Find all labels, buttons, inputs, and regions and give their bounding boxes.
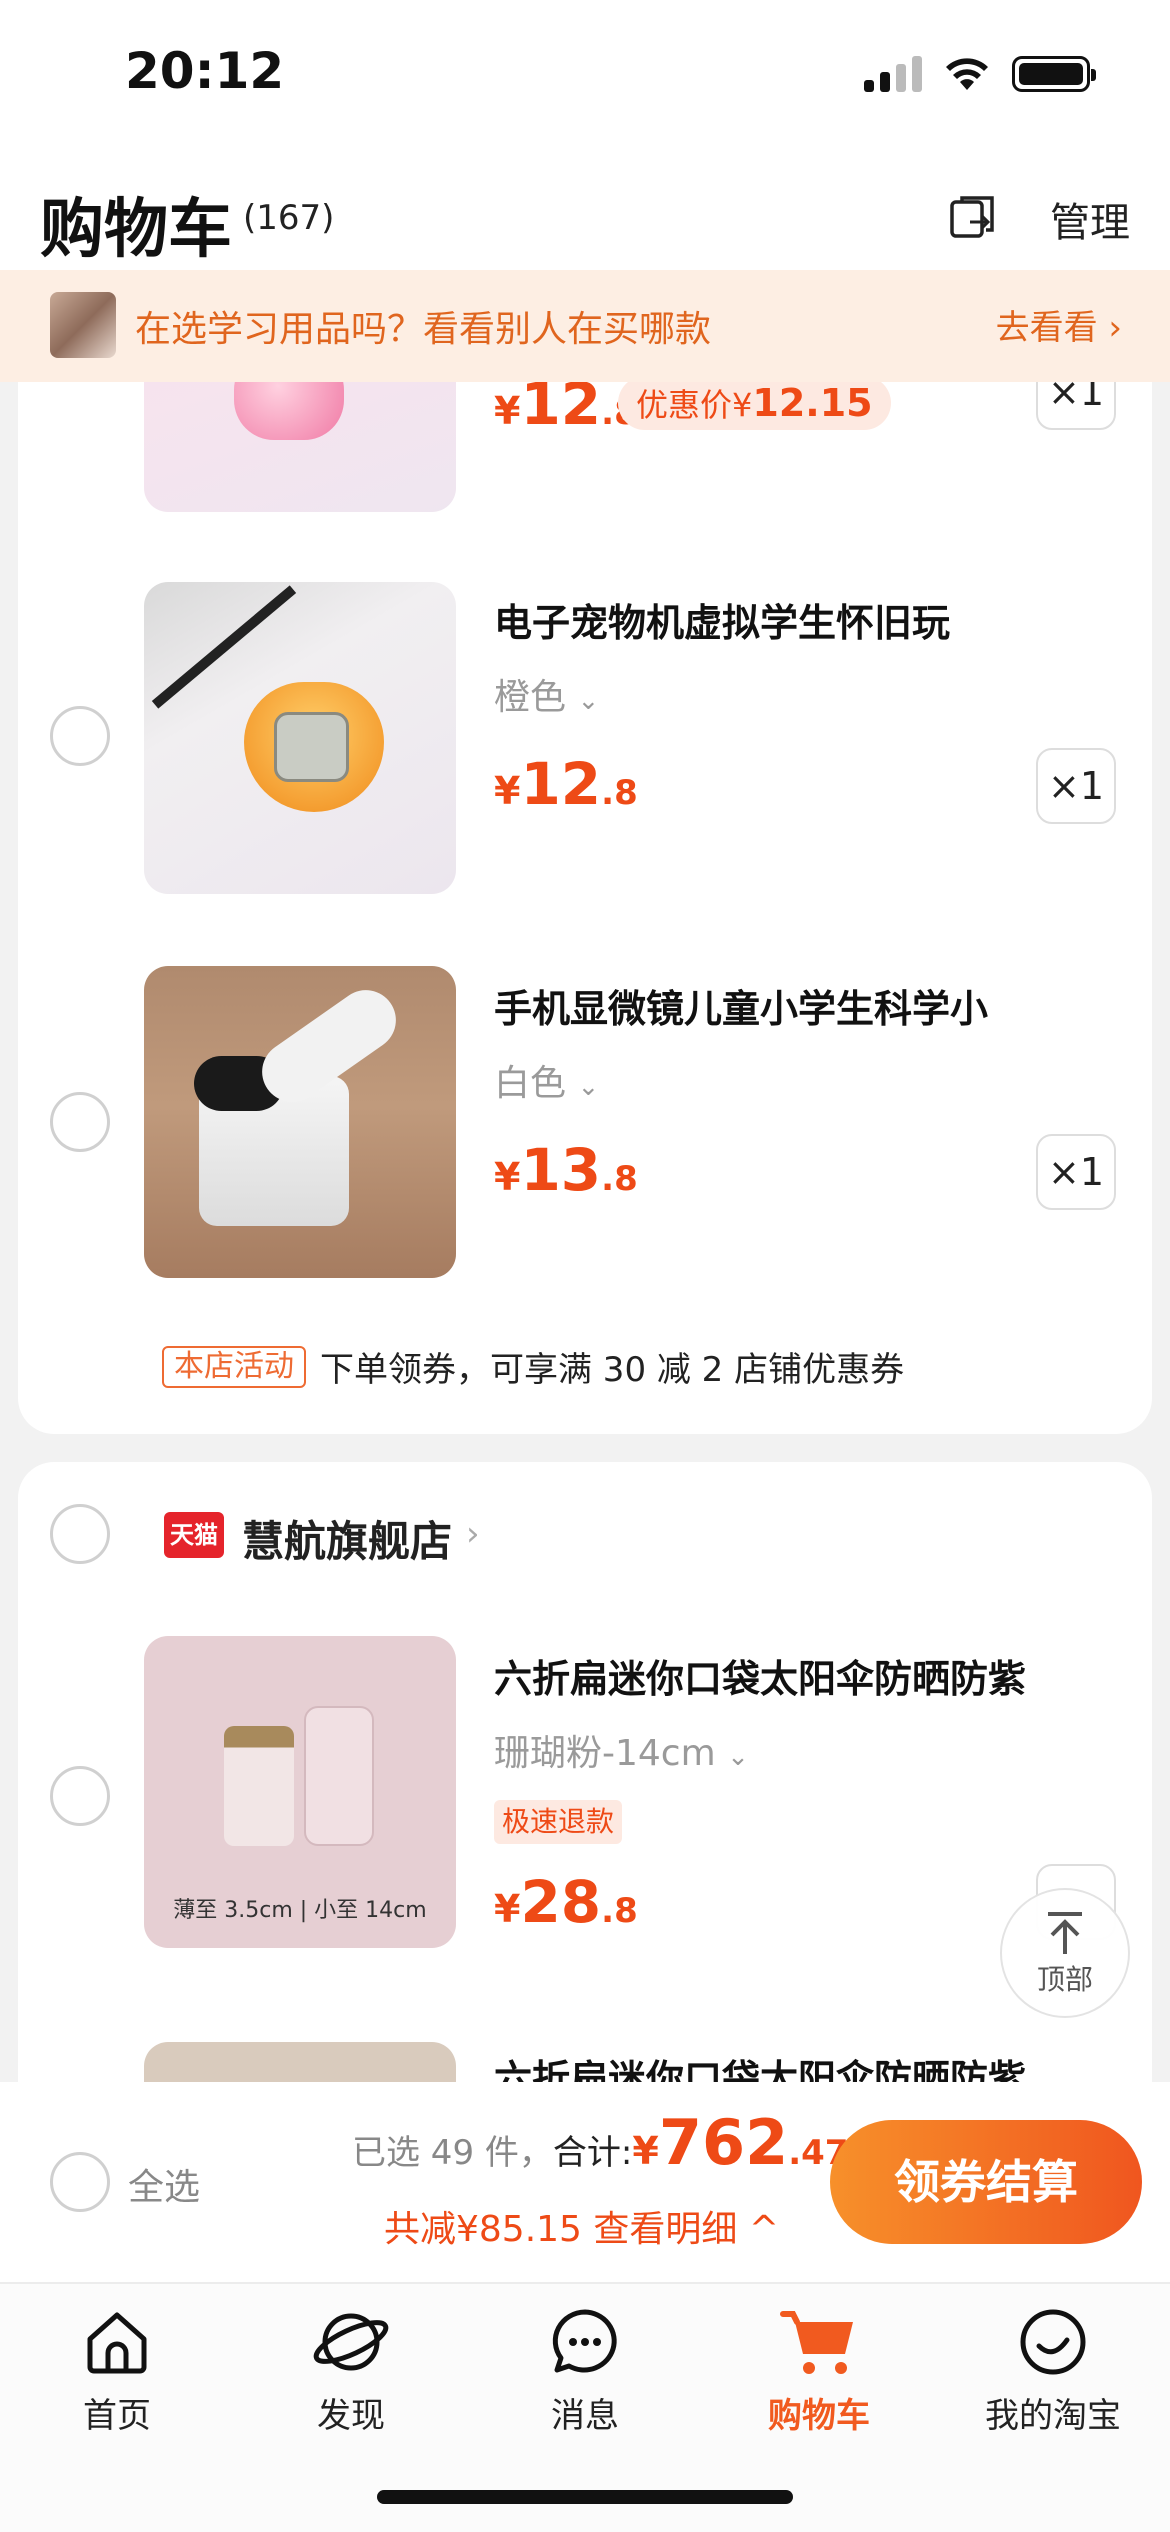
- phone-shape: [304, 1706, 374, 1846]
- cart-header: 购物车 (167) 管理: [0, 150, 1170, 270]
- promo-thumbnail: [50, 292, 116, 358]
- store-promo-text: 下单领券，可享满 30 减 2 店铺优惠券: [320, 1350, 905, 1390]
- promo-text: 在选学习用品吗？看看别人在买哪款: [135, 309, 712, 350]
- total-label: 合计:: [552, 2133, 633, 2173]
- battery-icon: [1012, 56, 1096, 92]
- cart-item[interactable]: 薄至 3.5cm | 小至 14cm 六折扁迷你口袋太阳伞防晒防紫 珊瑚粉-14…: [18, 1636, 1152, 1966]
- item-sku[interactable]: 橙色 ⌄: [494, 668, 599, 720]
- planet-icon: [313, 2313, 389, 2371]
- store-promo[interactable]: 本店活动 下单领券，可享满 30 减 2 店铺优惠券: [162, 1342, 904, 1390]
- tmall-badge: 天猫: [164, 1512, 224, 1558]
- discount-detail-link[interactable]: 共减¥85.15 查看明细 ^: [384, 2200, 779, 2252]
- item-title[interactable]: 电子宠物机虚拟学生怀旧玩: [494, 592, 950, 647]
- tab-label: 购物车: [768, 2396, 870, 2436]
- product-image[interactable]: [144, 966, 456, 1278]
- home-icon: [87, 2312, 147, 2374]
- page-title: 购物车: [40, 193, 232, 267]
- signal-icon: [864, 56, 922, 92]
- total-amount: ¥762.47: [632, 2106, 849, 2179]
- item-title[interactable]: 六折扁迷你口袋太阳伞防晒防紫: [494, 2048, 1026, 2082]
- status-bar: 20:12: [0, 0, 1170, 150]
- item-checkbox[interactable]: [50, 706, 110, 766]
- cart-count: (167): [243, 198, 335, 238]
- back-to-top-label: 顶部: [1036, 1963, 1093, 1996]
- coupon-price-badge: 优惠价¥12.15: [618, 376, 891, 430]
- chat-icon: [552, 2309, 617, 2373]
- cart-item[interactable]: 六折扁迷你口袋太阳伞防晒防紫: [18, 2022, 1152, 2082]
- store-card-1: ¥12.8 优惠价¥12.15 ×1 电子宠物机虚拟学生怀旧玩 橙色 ⌄ ¥12…: [18, 330, 1152, 1434]
- tab-cart[interactable]: 购物车: [702, 2302, 936, 2437]
- chevron-right-icon: ›: [466, 1514, 480, 1554]
- tab-label: 首页: [83, 2396, 151, 2436]
- quantity-stepper[interactable]: ×1: [1036, 748, 1116, 824]
- status-icons: [864, 56, 1096, 92]
- item-price: ¥28.8: [494, 1868, 638, 1936]
- arrow-up-icon: [1048, 1912, 1082, 1954]
- status-time: 20:12: [125, 42, 285, 100]
- item-checkbox[interactable]: [50, 1092, 110, 1152]
- copy-share-icon[interactable]: [948, 192, 998, 242]
- smile-icon: [1020, 2309, 1086, 2375]
- tab-my-taobao[interactable]: 我的淘宝: [936, 2302, 1170, 2437]
- chevron-down-icon: ⌄: [727, 1742, 749, 1772]
- item-checkbox[interactable]: [50, 1766, 110, 1826]
- store-card-2: 天猫 慧航旗舰店 › 薄至 3.5cm | 小至 14cm 六折扁迷你口袋太阳伞…: [18, 1462, 1152, 2082]
- item-title[interactable]: 六折扁迷你口袋太阳伞防晒防紫: [494, 1648, 1026, 1703]
- checkout-bar: 全选 已选 49 件，合计:¥762.47 共减¥85.15 查看明细 ^ 领券…: [0, 2082, 1170, 2282]
- select-all-label[interactable]: 全选: [128, 2158, 200, 2210]
- product-image[interactable]: 薄至 3.5cm | 小至 14cm: [144, 1636, 456, 1948]
- product-image[interactable]: [144, 2042, 456, 2082]
- selected-count: 已选 49 件，: [352, 2133, 553, 2173]
- total-summary: 已选 49 件，合计:¥762.47: [352, 2106, 848, 2179]
- item-price: ¥13.8: [494, 1136, 638, 1204]
- umbrella-shape: [224, 1726, 294, 1846]
- manage-button[interactable]: 管理: [1050, 190, 1130, 248]
- store-name[interactable]: 慧航旗舰店: [242, 1508, 452, 1569]
- promo-banner[interactable]: 在选学习用品吗？看看别人在买哪款 去看看 ›: [0, 270, 1170, 382]
- quantity-stepper[interactable]: ×1: [1036, 1134, 1116, 1210]
- store-header[interactable]: 天猫 慧航旗舰店 ›: [18, 1462, 1152, 1612]
- tab-messages[interactable]: 消息: [468, 2302, 702, 2437]
- item-price: ¥12.8: [494, 750, 638, 818]
- item-sku[interactable]: 珊瑚粉-14cm ⌄: [494, 1724, 749, 1776]
- tab-label: 发现: [317, 2396, 385, 2436]
- store-promo-badge: 本店活动: [162, 1345, 306, 1388]
- product-image[interactable]: [144, 582, 456, 894]
- tab-discover[interactable]: 发现: [234, 2302, 468, 2437]
- cart-item[interactable]: 电子宠物机虚拟学生怀旧玩 橙色 ⌄ ¥12.8 ×1: [18, 580, 1152, 910]
- back-to-top-button[interactable]: 顶部: [1000, 1888, 1130, 2018]
- wifi-icon: [946, 58, 988, 90]
- item-title[interactable]: 手机显微镜儿童小学生科学小: [494, 978, 988, 1033]
- chevron-down-icon: ⌄: [577, 1072, 600, 1102]
- checkout-button[interactable]: 领券结算: [830, 2120, 1142, 2244]
- promo-link[interactable]: 去看看 ›: [996, 300, 1122, 349]
- cart-icon: [780, 2311, 853, 2374]
- tab-label: 我的淘宝: [985, 2396, 1121, 2436]
- image-caption: 薄至 3.5cm | 小至 14cm: [173, 1898, 427, 1923]
- fast-refund-tag: 极速退款: [494, 1800, 623, 1844]
- store-checkbox[interactable]: [50, 1504, 110, 1564]
- tab-label: 消息: [551, 2396, 619, 2436]
- item-sku[interactable]: 白色 ⌄: [494, 1054, 599, 1106]
- cart-item[interactable]: 手机显微镜儿童小学生科学小 白色 ⌄ ¥13.8 ×1: [18, 966, 1152, 1296]
- tab-home[interactable]: 首页: [0, 2302, 234, 2437]
- select-all-checkbox[interactable]: [50, 2152, 110, 2212]
- chevron-down-icon: ⌄: [577, 686, 600, 716]
- home-indicator[interactable]: [377, 2490, 793, 2504]
